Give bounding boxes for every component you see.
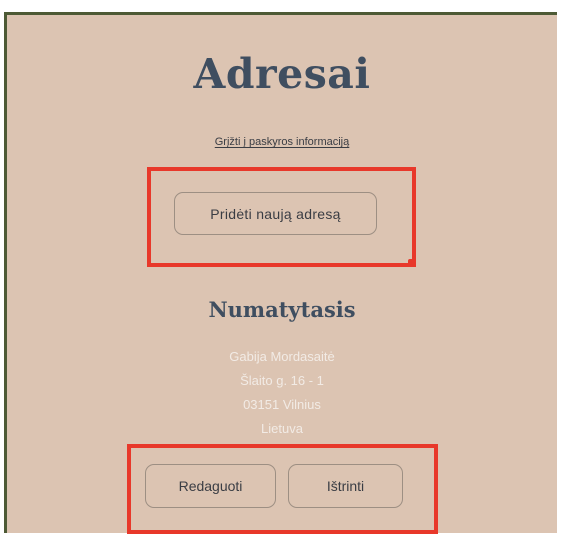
add-new-address-button[interactable]: Pridėti naują adresą [174, 192, 377, 235]
address-name: Gabija Mordasaitė [229, 349, 335, 364]
address-city: 03151 Vilnius [243, 397, 321, 412]
back-to-account-link[interactable]: Grįžti į paskyros informaciją [215, 136, 349, 148]
back-link-wrapper: Grįžti į paskyros informaciją [7, 136, 557, 148]
address-street: Šlaito g. 16 - 1 [240, 373, 324, 388]
addresses-panel: Adresai Grįžti į paskyros informaciją Pr… [4, 12, 557, 534]
highlight-box-corner-mark [408, 259, 416, 267]
page-title: Adresai [193, 50, 371, 98]
edit-address-label: Redaguoti [178, 478, 243, 494]
add-new-address-label: Pridėti naują adresą [210, 205, 341, 222]
screenshot-frame: Adresai Grįžti į paskyros informaciją Pr… [0, 0, 561, 534]
delete-address-label: Ištrinti [326, 478, 365, 494]
delete-address-button[interactable]: Ištrinti [288, 464, 403, 508]
default-address-heading: Numatytasis [208, 297, 356, 322]
default-address-block: Gabija Mordasaitė Šlaito g. 16 - 1 03151… [7, 345, 557, 441]
address-country: Lietuva [261, 421, 303, 436]
edit-address-button[interactable]: Redaguoti [145, 464, 276, 508]
